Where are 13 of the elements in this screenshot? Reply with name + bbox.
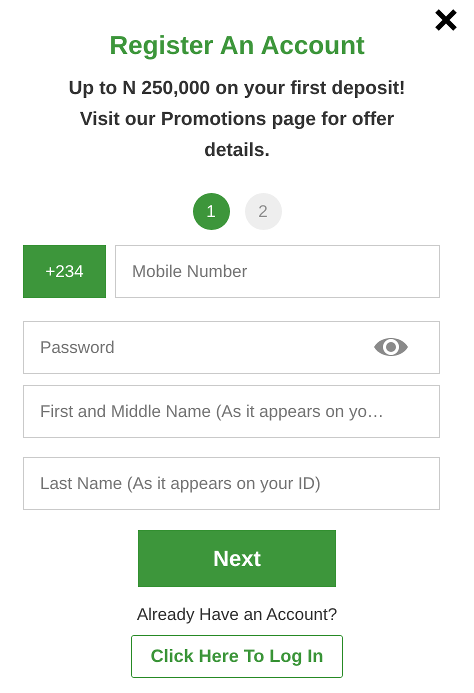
input-field[interactable]: Mobile Number (115, 245, 440, 298)
login-button[interactable]: Click Here To Log In (131, 634, 343, 678)
input-field[interactable]: First and Middle Name (As it appears on yo… (23, 385, 440, 438)
login-prompt: Already Have an Account? (136, 604, 338, 626)
promo-text: Up to N 250,000 on your first deposit! Visit our Promotions page for offer details. (68, 77, 406, 163)
close-icon[interactable] (434, 8, 458, 32)
input-field[interactable]: Last Name (As it appears on your ID) (23, 457, 440, 510)
step-indicator: 1 (192, 193, 230, 230)
step-indicator: 2 (244, 193, 282, 230)
password-field[interactable]: Password (23, 321, 440, 374)
page-title: Register An Account (109, 29, 365, 61)
country-code-button[interactable]: +234 (23, 245, 106, 298)
next-button[interactable]: Next (138, 530, 336, 587)
